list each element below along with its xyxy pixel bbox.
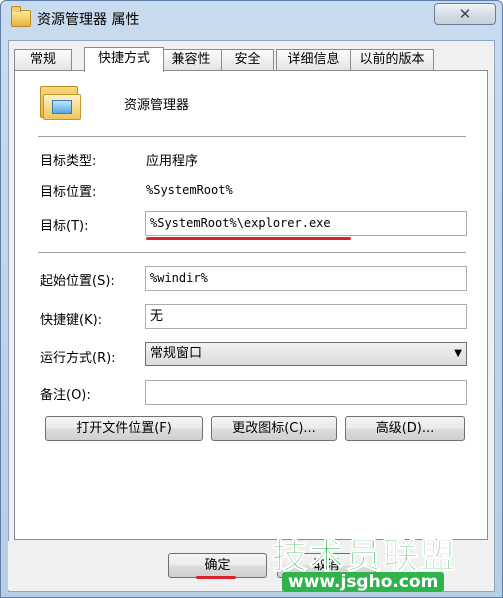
ok-highlight-underline bbox=[196, 576, 236, 579]
target-type-value: 应用程序 bbox=[146, 154, 199, 169]
shortcut-name: 资源管理器 bbox=[124, 98, 190, 113]
target-input[interactable]: %SystemRoot%\explorer.exe bbox=[145, 211, 467, 236]
tab-general[interactable]: 常规 bbox=[14, 49, 72, 70]
run-mode-value: 常规窗口 bbox=[150, 346, 203, 361]
target-highlight-underline bbox=[146, 237, 351, 240]
separator-middle bbox=[38, 252, 466, 254]
separator-top bbox=[38, 136, 466, 138]
close-icon: ✕ bbox=[458, 5, 472, 23]
folder-icon bbox=[11, 6, 31, 27]
hotkey-input[interactable]: 无 bbox=[145, 304, 467, 329]
watermark-url: www.jsgho.com bbox=[282, 572, 445, 592]
target-location-label: 目标位置: bbox=[40, 185, 97, 200]
watermark-logo: 技术员联盟 www.jsgho.com bbox=[271, 528, 472, 594]
ok-button[interactable]: 确定 bbox=[168, 553, 267, 578]
advanced-button[interactable]: 高级(D)... bbox=[345, 416, 465, 441]
comment-label: 备注(O): bbox=[40, 388, 91, 403]
run-mode-select[interactable]: 常规窗口 ▼ bbox=[145, 342, 467, 366]
explorer-folder-icon bbox=[40, 82, 81, 122]
run-label: 运行方式(R): bbox=[40, 351, 116, 366]
close-button[interactable]: ✕ bbox=[434, 3, 496, 25]
title-bar: 资源管理器 属性 ✕ bbox=[1, 1, 502, 35]
target-label: 目标(T): bbox=[40, 219, 89, 234]
target-location-value: %SystemRoot% bbox=[146, 183, 233, 197]
tab-shortcut[interactable]: 快捷方式 bbox=[84, 47, 164, 72]
tab-details[interactable]: 详细信息 bbox=[276, 49, 351, 70]
open-file-location-button[interactable]: 打开文件位置(F) bbox=[45, 416, 203, 441]
tab-compatibility[interactable]: 兼容性 bbox=[160, 49, 222, 70]
hotkey-label: 快捷键(K): bbox=[40, 313, 103, 328]
window-title: 资源管理器 属性 bbox=[37, 12, 140, 28]
tab-previous-versions[interactable]: 以前的版本 bbox=[350, 49, 434, 70]
chevron-down-icon: ▼ bbox=[454, 348, 462, 359]
tab-security[interactable]: 安全 bbox=[221, 49, 274, 70]
comment-input[interactable] bbox=[145, 380, 467, 405]
start-in-label: 起始位置(S): bbox=[40, 274, 115, 289]
change-icon-button[interactable]: 更改图标(C)... bbox=[211, 416, 337, 441]
start-in-input[interactable]: %windir% bbox=[145, 266, 467, 291]
target-type-label: 目标类型: bbox=[40, 154, 97, 169]
